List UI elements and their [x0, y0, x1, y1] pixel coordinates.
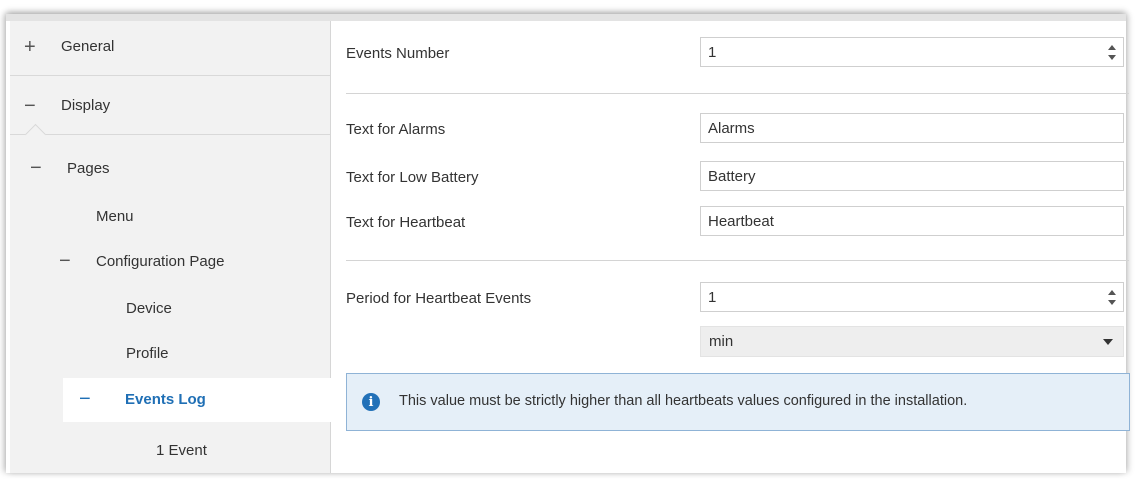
info-message: i This value must be strictly higher tha… [346, 373, 1130, 431]
sidebar-item-label: Configuration Page [96, 253, 225, 270]
sidebar-item-1-event[interactable]: 1 Event [10, 442, 330, 491]
sidebar-divider [10, 134, 330, 135]
text-heartbeat-value: Heartbeat [708, 212, 774, 230]
sidebar-item-label: Events Log [125, 391, 206, 408]
window-top-border [6, 14, 1126, 21]
spinner-arrows-icon[interactable] [1107, 41, 1117, 63]
info-text: This value must be strictly higher than … [399, 393, 968, 409]
text-alarms-field[interactable]: Alarms [700, 113, 1124, 143]
heartbeat-unit-select[interactable]: min [700, 326, 1124, 357]
sidebar-item-configuration-page[interactable]: − Configuration Page [10, 240, 330, 286]
events-number-label: Events Number [346, 45, 450, 62]
text-alarms-label: Text for Alarms [346, 121, 446, 138]
sidebar-item-label: General [61, 38, 115, 55]
collapse-icon[interactable]: − [24, 96, 36, 116]
sidebar-item-label: 1 Event [156, 442, 207, 459]
text-low-battery-field[interactable]: Battery [700, 161, 1124, 191]
section-divider [346, 93, 1129, 94]
heartbeat-period-stepper[interactable]: 1 [700, 282, 1124, 312]
sidebar-item-label: Pages [67, 160, 110, 177]
events-number-stepper[interactable]: 1 [700, 37, 1124, 67]
events-number-value: 1 [708, 43, 717, 61]
sidebar-item-label: Display [61, 97, 111, 114]
sidebar-item-label: Device [126, 300, 172, 317]
collapse-icon[interactable]: − [59, 251, 71, 271]
text-low-battery-label: Text for Low Battery [346, 169, 479, 186]
text-low-battery-value: Battery [708, 167, 756, 185]
sidebar-item-label: Profile [126, 345, 169, 362]
sidebar-item-events-log[interactable]: − Events Log [63, 378, 331, 422]
text-heartbeat-field[interactable]: Heartbeat [700, 206, 1124, 236]
info-icon: i [362, 393, 380, 411]
section-divider [346, 260, 1129, 261]
heartbeat-unit-value: min [709, 333, 734, 350]
text-heartbeat-label: Text for Heartbeat [346, 214, 466, 231]
collapse-icon[interactable]: − [79, 389, 91, 409]
sidebar-item-display[interactable]: − Display [10, 85, 330, 131]
chevron-down-icon [1103, 339, 1113, 345]
heartbeat-period-label: Period for Heartbeat Events [346, 290, 532, 307]
sidebar-item-pages[interactable]: − Pages [10, 147, 330, 193]
sidebar-divider [10, 75, 330, 76]
sidebar-item-general[interactable]: + General [10, 24, 330, 70]
sidebar-item-label: Menu [96, 208, 134, 225]
sidebar-item-menu[interactable]: Menu [10, 195, 330, 241]
collapse-icon[interactable]: − [30, 158, 42, 178]
expand-icon[interactable]: + [24, 37, 36, 57]
text-alarms-value: Alarms [708, 119, 755, 137]
spinner-arrows-icon[interactable] [1107, 286, 1117, 308]
sidebar-item-profile[interactable]: Profile [10, 331, 330, 377]
heartbeat-period-value: 1 [708, 288, 717, 306]
sidebar-item-device[interactable]: Device [10, 285, 330, 331]
